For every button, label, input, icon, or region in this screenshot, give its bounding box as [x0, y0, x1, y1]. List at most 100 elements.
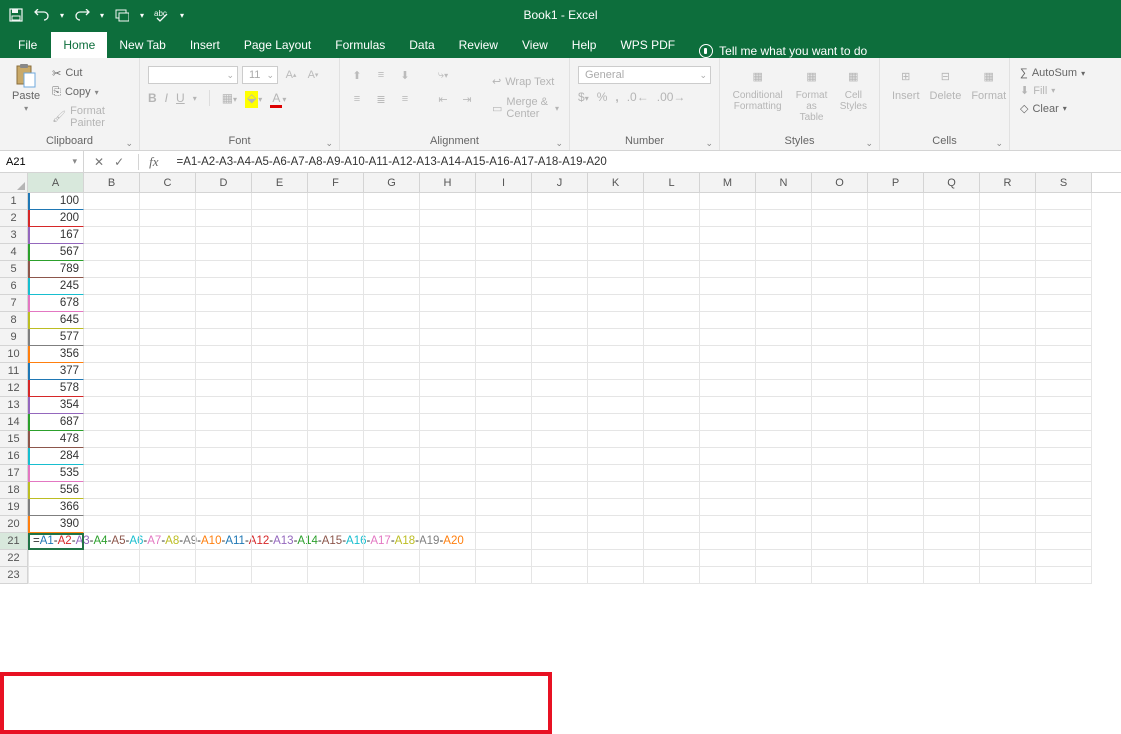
cell[interactable]: [308, 227, 364, 244]
cell[interactable]: [140, 227, 196, 244]
cell[interactable]: [476, 482, 532, 499]
cell[interactable]: [756, 329, 812, 346]
insert-cells-button[interactable]: ⊞Insert: [888, 62, 924, 133]
cell[interactable]: [924, 295, 980, 312]
cell[interactable]: [140, 346, 196, 363]
row-header[interactable]: 1: [0, 193, 28, 210]
cell[interactable]: [84, 380, 140, 397]
undo-dropdown-icon[interactable]: ▾: [60, 11, 64, 20]
cell[interactable]: [700, 448, 756, 465]
cell[interactable]: [252, 278, 308, 295]
cell[interactable]: 578: [28, 380, 84, 397]
cell[interactable]: [84, 414, 140, 431]
cell[interactable]: [756, 482, 812, 499]
cell[interactable]: [644, 295, 700, 312]
cell[interactable]: [196, 465, 252, 482]
cell[interactable]: [252, 346, 308, 363]
cell[interactable]: [924, 516, 980, 533]
redo-icon[interactable]: [74, 7, 90, 23]
cell[interactable]: [1036, 278, 1092, 295]
cell[interactable]: [196, 533, 252, 550]
cell[interactable]: [364, 414, 420, 431]
align-left-icon[interactable]: ≡: [348, 90, 366, 108]
cell[interactable]: [700, 363, 756, 380]
cell[interactable]: [476, 397, 532, 414]
cell[interactable]: [924, 329, 980, 346]
cell[interactable]: [700, 346, 756, 363]
cell[interactable]: [756, 414, 812, 431]
cell[interactable]: [588, 567, 644, 584]
cell[interactable]: [420, 465, 476, 482]
cell[interactable]: [1036, 516, 1092, 533]
cell[interactable]: =A1-A2-A3-A4-A5-A6-A7-A8-A9-A10-A11-A12-…: [28, 533, 84, 550]
cell[interactable]: [700, 465, 756, 482]
cell[interactable]: [812, 533, 868, 550]
cell[interactable]: [588, 397, 644, 414]
cell[interactable]: [476, 414, 532, 431]
cell[interactable]: [308, 312, 364, 329]
cell[interactable]: [476, 329, 532, 346]
cell[interactable]: [140, 210, 196, 227]
cell[interactable]: [700, 312, 756, 329]
cell[interactable]: [700, 193, 756, 210]
cell[interactable]: [476, 567, 532, 584]
cell[interactable]: [420, 533, 476, 550]
cell[interactable]: [924, 482, 980, 499]
col-header-O[interactable]: O: [812, 173, 868, 192]
cell[interactable]: [868, 210, 924, 227]
cell[interactable]: [196, 329, 252, 346]
cell[interactable]: [644, 431, 700, 448]
cell[interactable]: [1036, 380, 1092, 397]
cell[interactable]: [476, 244, 532, 261]
cell[interactable]: [924, 193, 980, 210]
cell[interactable]: [196, 482, 252, 499]
cell[interactable]: [980, 295, 1036, 312]
cell[interactable]: [84, 261, 140, 278]
cell[interactable]: [924, 363, 980, 380]
row-header[interactable]: 8: [0, 312, 28, 329]
cell[interactable]: [308, 278, 364, 295]
cell[interactable]: [308, 346, 364, 363]
cell[interactable]: [700, 227, 756, 244]
qat-item-icon[interactable]: [114, 7, 130, 23]
cell[interactable]: [364, 227, 420, 244]
cell[interactable]: [252, 414, 308, 431]
cell[interactable]: [140, 193, 196, 210]
cell[interactable]: [252, 448, 308, 465]
cell[interactable]: [644, 533, 700, 550]
cell[interactable]: [868, 550, 924, 567]
cell[interactable]: [644, 244, 700, 261]
cell[interactable]: [476, 312, 532, 329]
undo-icon[interactable]: [34, 7, 50, 23]
cell[interactable]: [196, 278, 252, 295]
cell[interactable]: [588, 431, 644, 448]
tab-home[interactable]: Home: [51, 32, 107, 58]
cell[interactable]: [420, 363, 476, 380]
cell[interactable]: [532, 261, 588, 278]
cell[interactable]: [868, 533, 924, 550]
cell[interactable]: [420, 414, 476, 431]
cell[interactable]: [1036, 533, 1092, 550]
cell[interactable]: 535: [28, 465, 84, 482]
cell[interactable]: [84, 550, 140, 567]
name-box[interactable]: A21▾: [0, 151, 84, 172]
row-header[interactable]: 5: [0, 261, 28, 278]
cell[interactable]: [364, 210, 420, 227]
cell[interactable]: [644, 499, 700, 516]
cell[interactable]: [812, 312, 868, 329]
cell[interactable]: [476, 431, 532, 448]
cell[interactable]: [868, 482, 924, 499]
row-header[interactable]: 15: [0, 431, 28, 448]
cell[interactable]: [644, 363, 700, 380]
cell[interactable]: [252, 516, 308, 533]
col-header-F[interactable]: F: [308, 173, 364, 192]
cell[interactable]: [868, 499, 924, 516]
cell[interactable]: [924, 550, 980, 567]
tab-review[interactable]: Review: [447, 32, 510, 58]
align-middle-icon[interactable]: ≡: [372, 66, 390, 84]
cell[interactable]: [1036, 261, 1092, 278]
cell[interactable]: [588, 312, 644, 329]
cell[interactable]: [84, 278, 140, 295]
cell[interactable]: [364, 482, 420, 499]
cell[interactable]: [420, 244, 476, 261]
